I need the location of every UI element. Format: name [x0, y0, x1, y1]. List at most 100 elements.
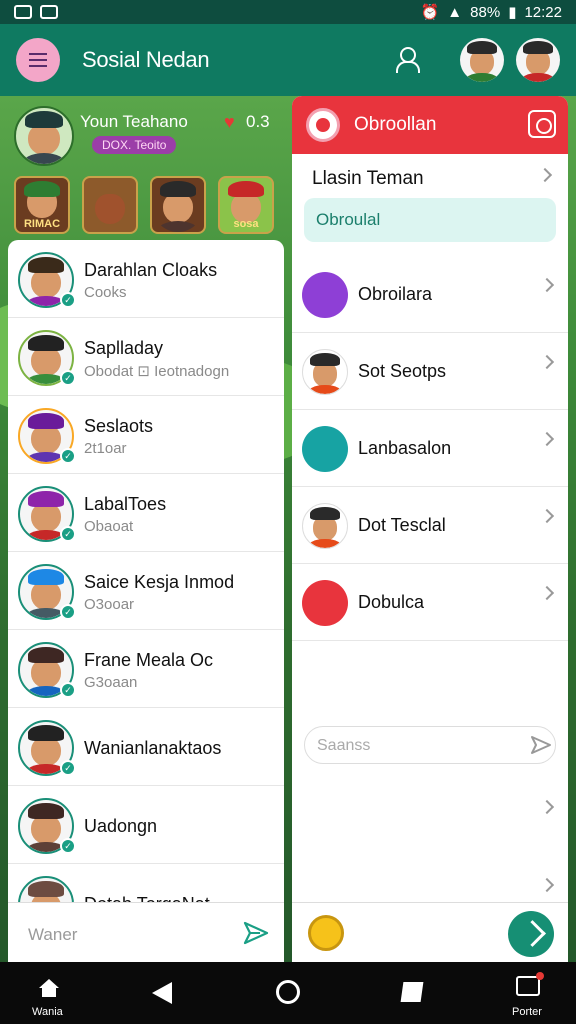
verified-icon: ✓: [60, 682, 76, 698]
media-notification-icon: [40, 5, 58, 19]
message-input[interactable]: Waner: [28, 925, 77, 945]
game-tile[interactable]: [82, 176, 138, 234]
conversation-row[interactable]: Dot Tesclal: [292, 487, 568, 564]
chat-name: Darahlan Cloaks: [84, 260, 218, 280]
player-avatar: [14, 106, 74, 166]
conversation-icon: [302, 349, 348, 395]
chat-preview: 2t1oar: [84, 440, 127, 457]
avatar[interactable]: [460, 38, 504, 82]
conversation-icon: [302, 272, 348, 318]
compose-bar: Waner: [8, 902, 284, 962]
app-logo-icon: [306, 108, 340, 142]
chat-preview: Obodat ⊡ Ieotnadogn: [84, 363, 230, 380]
verified-icon: ✓: [60, 760, 76, 776]
system-nav-bar: Wania Porter: [0, 962, 576, 1024]
battery-icon: ▮: [508, 4, 517, 21]
conversation-filter[interactable]: Obroulal: [304, 198, 556, 242]
heart-icon: ♥: [224, 112, 235, 132]
conversations-footer: [292, 902, 568, 962]
conversation-name: Obroilara: [358, 284, 433, 304]
game-tile[interactable]: RIMAC: [14, 176, 70, 234]
verified-icon: ✓: [60, 370, 76, 386]
chat-row[interactable]: ✓ Frane Meala Oc G3oaan: [8, 630, 284, 708]
send-icon[interactable]: [242, 919, 270, 947]
conversation-row[interactable]: Lanbasalon: [292, 410, 568, 487]
chevron-right-icon: [539, 431, 555, 447]
clock: 12:22: [524, 3, 562, 21]
conversation-icon: [302, 426, 348, 472]
conversations-panel: Obroollan Llasin Teman Obroulal Obroilar…: [292, 96, 568, 962]
chevron-right-icon: [539, 585, 555, 601]
chat-preview: Cooks: [84, 284, 127, 301]
app-notification-icon: [14, 5, 32, 19]
chat-name: Frane Meala Oc: [84, 650, 214, 670]
conversation-row[interactable]: Obroilara: [292, 256, 568, 333]
battery-text: 88%: [470, 3, 501, 21]
chevron-right-icon[interactable]: [539, 877, 555, 893]
game-tile[interactable]: [150, 176, 206, 234]
chat-row[interactable]: ✓ Saplladay Obodat ⊡ Ieotnadogn: [8, 318, 284, 396]
conversation-row[interactable]: Dobulca: [292, 564, 568, 641]
verified-icon: ✓: [60, 838, 76, 854]
chat-preview: G3oaan: [84, 674, 138, 691]
avatar[interactable]: [516, 38, 560, 82]
chat-name: Wanianlanaktaos: [84, 738, 222, 758]
chat-row[interactable]: ✓ Wanianlanaktaos: [8, 708, 284, 786]
player-badge: DOX. Teoito: [92, 136, 177, 154]
conversations-title: Obroollan: [354, 114, 437, 135]
conversation-name: Dobulca: [358, 592, 425, 612]
alarm-icon: ⏰: [420, 4, 440, 21]
chat-preview: O3ooar: [84, 596, 135, 613]
chevron-right-icon: [537, 167, 553, 183]
new-chat-icon[interactable]: [528, 110, 556, 138]
verified-icon: ✓: [60, 448, 76, 464]
coin-icon[interactable]: [308, 915, 344, 951]
conversation-name: Dot Tesclal: [358, 515, 446, 535]
chat-name: Saplladay: [84, 338, 164, 358]
chat-list-panel: ✓ Darahlan Cloaks Cooks ✓ Saplladay Obodat ⊡ …: [8, 240, 284, 962]
chat-name: Saice Kesja Inmod: [84, 572, 235, 592]
chat-name: LabalToes: [84, 494, 167, 514]
chevron-right-icon[interactable]: [539, 799, 555, 815]
app-title: Sosial Nedan: [82, 47, 210, 72]
home-icon: [39, 979, 59, 997]
chat-row[interactable]: ✓ Seslaots 2t1oar: [8, 396, 284, 474]
signal-icon: ▲: [447, 3, 463, 21]
app-bar: Sosial Nedan: [0, 24, 576, 96]
chat-name: Seslaots: [84, 416, 154, 436]
home-circle-icon[interactable]: [276, 980, 300, 1004]
status-bar: ⏰ ▲ 88% ▮ 12:22: [0, 0, 576, 24]
chevron-right-icon: [539, 508, 555, 524]
back-icon[interactable]: [152, 982, 172, 1004]
player-score: 0.3: [246, 112, 270, 131]
conversation-icon: [302, 580, 348, 626]
chevron-right-icon: [539, 354, 555, 370]
player-card[interactable]: Youn Teahano ♥ 0.3 DOX. Teoito RIMAC sos…: [10, 100, 290, 240]
game-tile[interactable]: sosa: [218, 176, 274, 234]
verified-icon: ✓: [60, 604, 76, 620]
chat-preview: Obaoat: [84, 518, 134, 535]
friends-list-heading[interactable]: Llasin Teman: [312, 168, 424, 190]
chat-row[interactable]: ✓ Uadongn: [8, 786, 284, 864]
portal-button[interactable]: Porter: [512, 972, 544, 1018]
conversation-name: Sot Seotps: [358, 361, 447, 381]
recents-icon[interactable]: [400, 982, 424, 1002]
chat-name: Uadongn: [84, 816, 158, 836]
menu-button[interactable]: [16, 38, 60, 82]
chat-row[interactable]: ✓ Saice Kesja Inmod O3ooar: [8, 552, 284, 630]
conversation-name: Lanbasalon: [358, 438, 452, 458]
chat-row[interactable]: ✓ LabalToes Obaoat: [8, 474, 284, 552]
portal-icon: [516, 972, 544, 996]
verified-icon: ✓: [60, 292, 76, 308]
conversations-header: Obroollan: [292, 96, 568, 154]
conversation-icon: [302, 503, 348, 549]
search-input[interactable]: Saanss: [304, 726, 556, 764]
conversation-row[interactable]: Sot Seotps: [292, 333, 568, 410]
home-label: Wania: [32, 1006, 63, 1018]
chevron-right-icon: [539, 277, 555, 293]
chat-row[interactable]: ✓ Darahlan Cloaks Cooks: [8, 240, 284, 318]
portal-label: Porter: [512, 1006, 542, 1018]
profile-icon[interactable]: [392, 45, 422, 75]
compose-fab-button[interactable]: [508, 911, 554, 957]
send-icon[interactable]: [529, 733, 553, 757]
